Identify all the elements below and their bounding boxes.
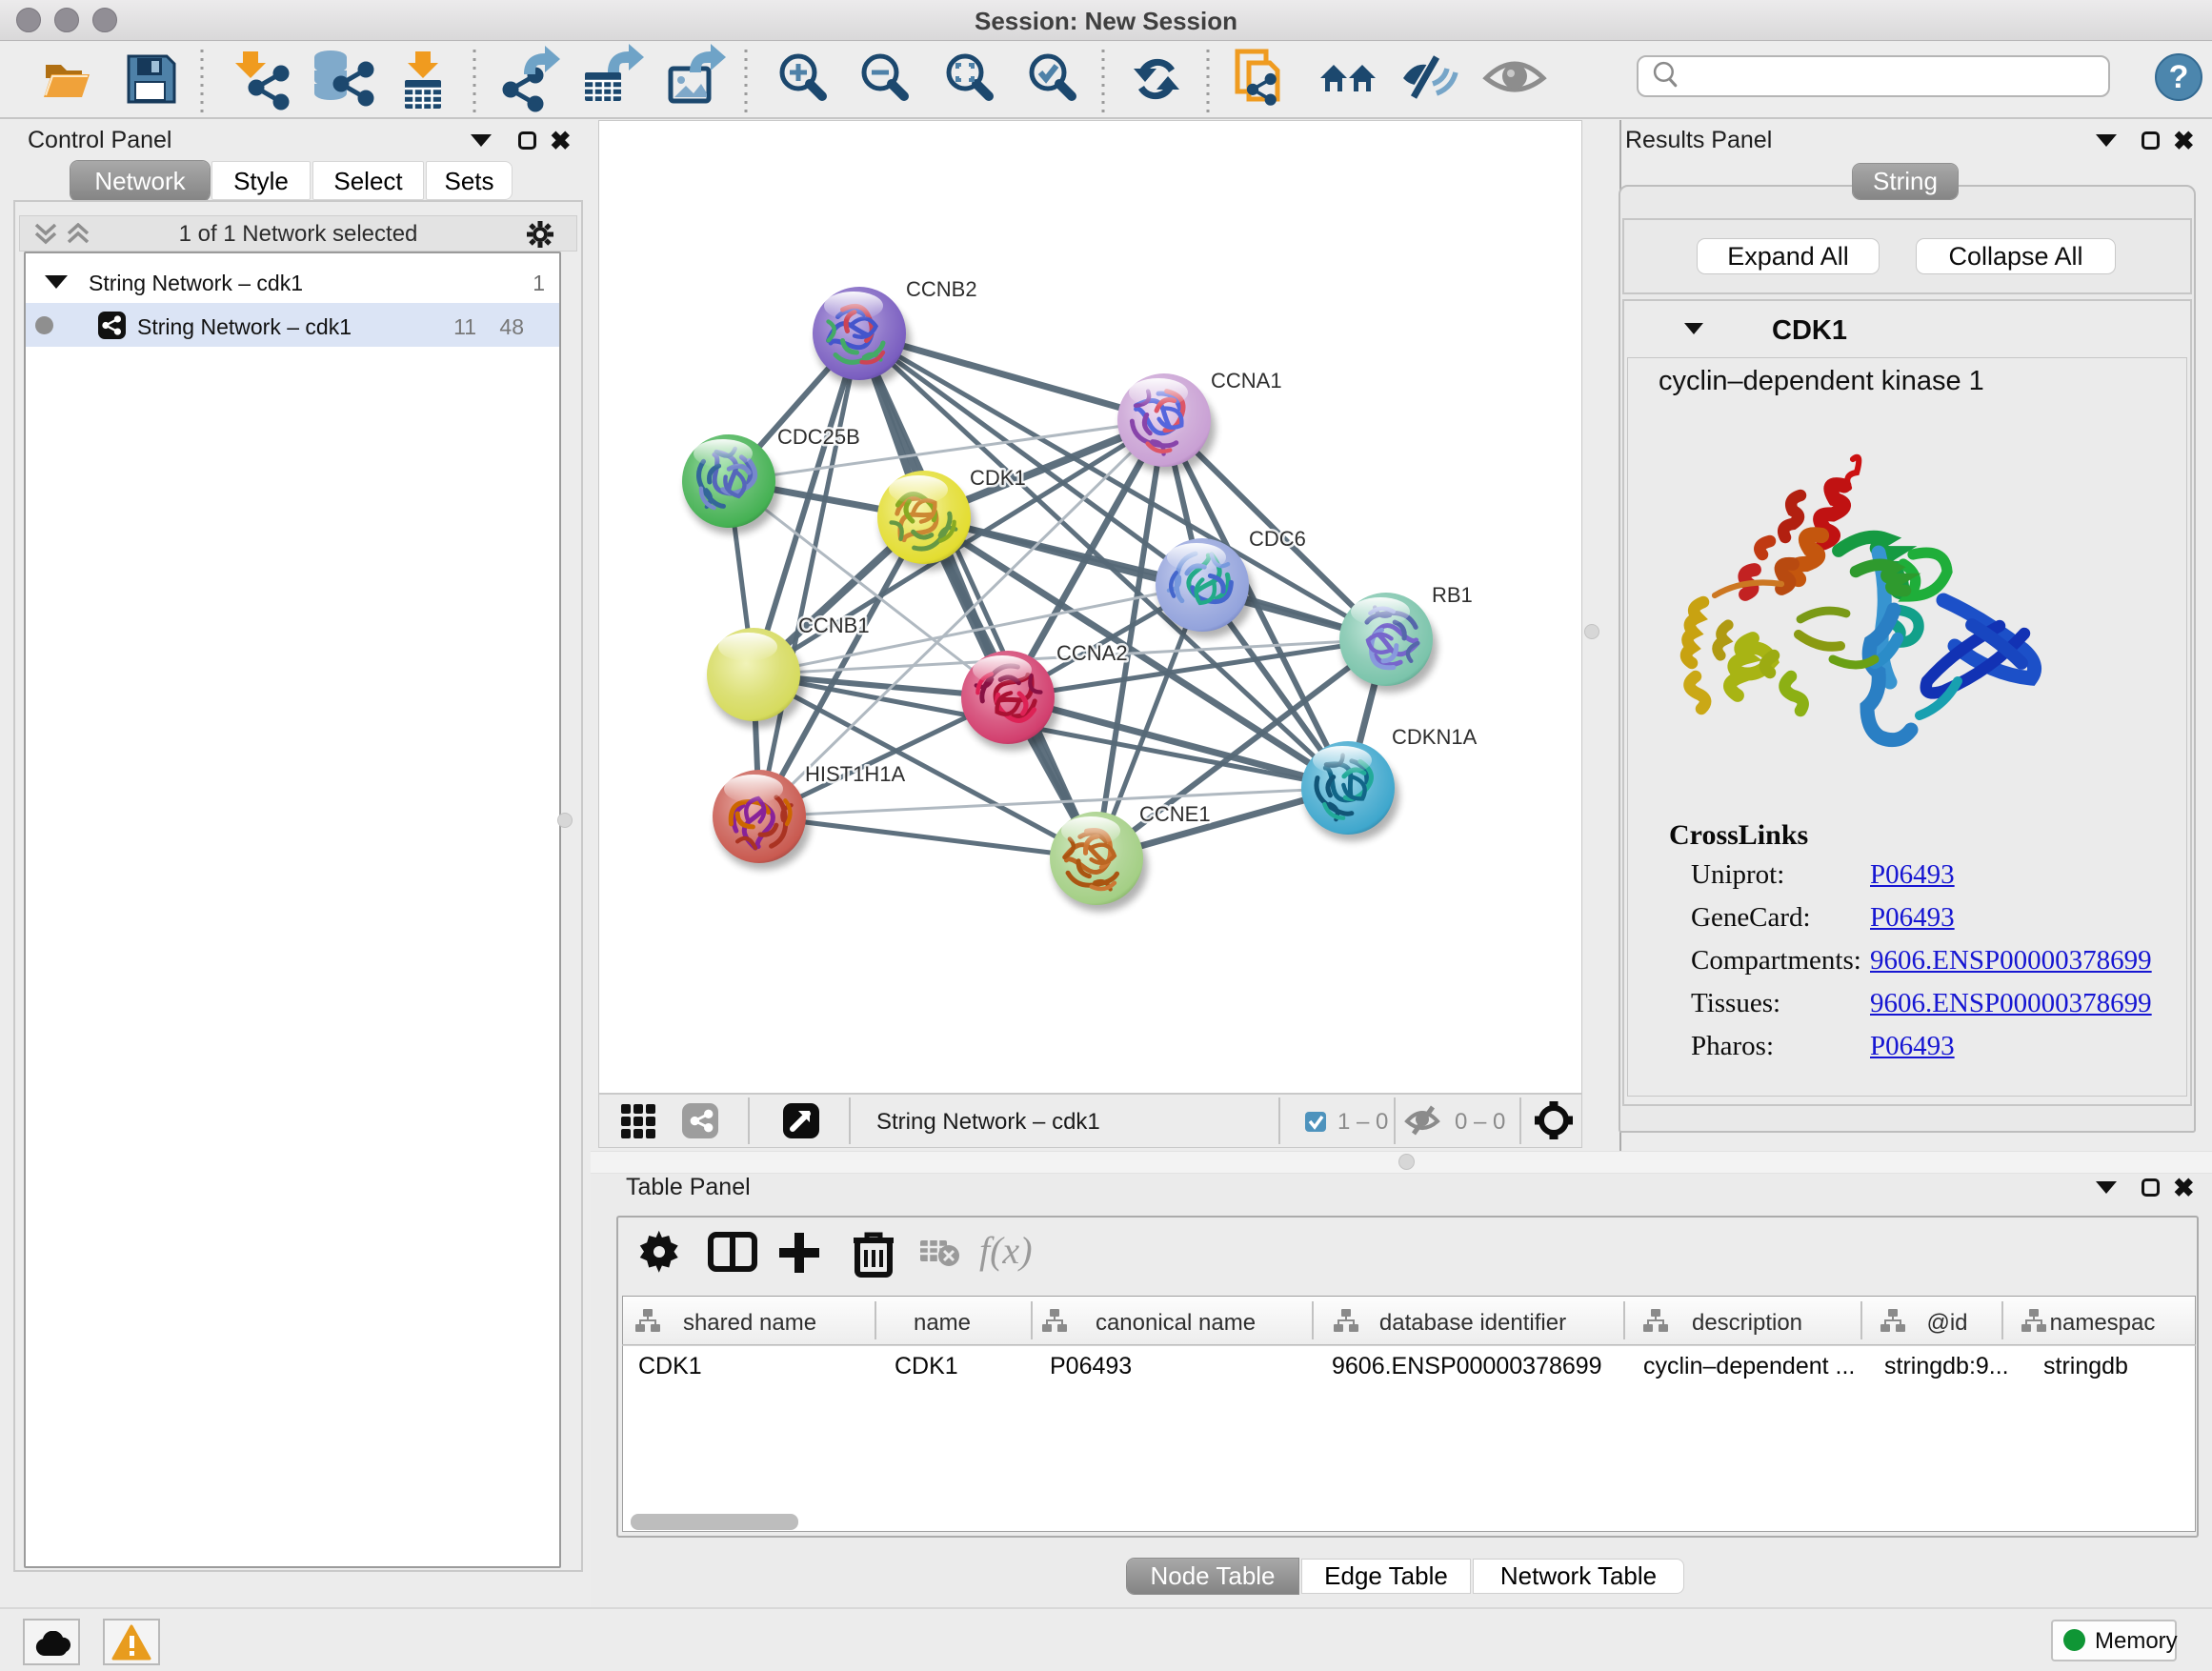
svg-text:HIST1H1A: HIST1H1A (805, 762, 905, 786)
svg-text:CCNA2: CCNA2 (1056, 641, 1128, 665)
svg-text:CCNB1: CCNB1 (798, 614, 870, 637)
svg-text:namespac: namespac (2050, 1310, 2156, 1336)
svg-text:CCNB2: CCNB2 (906, 277, 977, 301)
svg-text:CCNA1: CCNA1 (1211, 369, 1282, 393)
svg-text:CCNE1: CCNE1 (1139, 802, 1211, 826)
svg-text:f(x): f(x) (979, 1229, 1033, 1272)
svg-text:CDKN1A: CDKN1A (1392, 725, 1478, 749)
svg-text:shared name: shared name (683, 1310, 816, 1336)
svg-text:P06493: P06493 (1050, 1353, 1132, 1379)
svg-text:cyclin–dependent ...: cyclin–dependent ... (1643, 1353, 1855, 1379)
svg-text:0 – 0: 0 – 0 (1455, 1109, 1505, 1135)
svg-text:description: description (1692, 1310, 1802, 1336)
svg-text:1 – 0: 1 – 0 (1337, 1109, 1388, 1135)
svg-text:stringdb:9...: stringdb:9... (1884, 1353, 2009, 1379)
svg-text:CDC6: CDC6 (1249, 527, 1306, 551)
svg-text:9606.ENSP00000378699: 9606.ENSP00000378699 (1332, 1353, 1602, 1379)
svg-text:CDC25B: CDC25B (777, 425, 860, 449)
svg-text:canonical name: canonical name (1096, 1310, 1256, 1336)
svg-text:CDK1: CDK1 (895, 1353, 958, 1379)
svg-text:stringdb: stringdb (2043, 1353, 2128, 1379)
svg-text:String Network – cdk1: String Network – cdk1 (876, 1109, 1100, 1135)
svg-text:CDK1: CDK1 (638, 1353, 702, 1379)
svg-text:?: ? (2169, 59, 2189, 95)
svg-text:name: name (914, 1310, 971, 1336)
svg-text:database identifier: database identifier (1379, 1310, 1566, 1336)
svg-text:RB1: RB1 (1432, 583, 1473, 607)
svg-text:CDK1: CDK1 (970, 466, 1026, 490)
svg-text:@id: @id (1926, 1310, 1967, 1336)
